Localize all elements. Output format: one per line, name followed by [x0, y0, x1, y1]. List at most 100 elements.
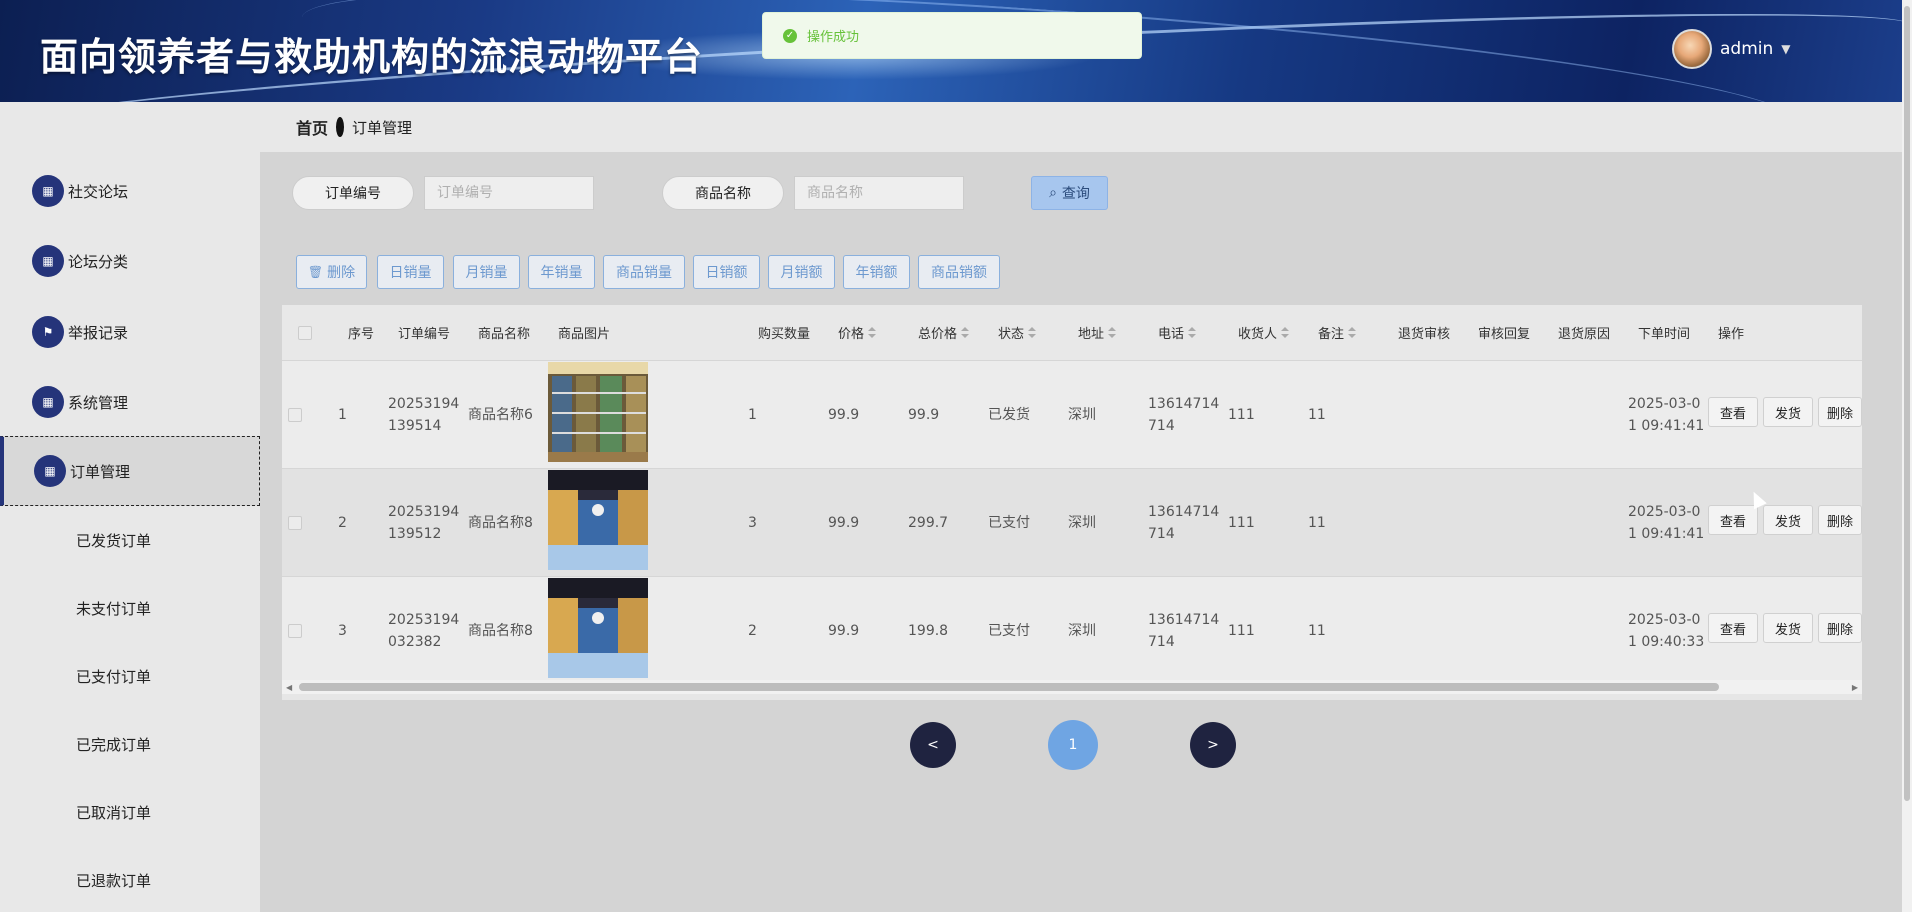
- sidebar-item-label: 社交论坛: [68, 182, 129, 201]
- scrollbar-thumb[interactable]: [1904, 6, 1910, 801]
- monthly-sales-amount-button[interactable]: 月销额: [768, 255, 835, 289]
- page-number-button[interactable]: 1: [1048, 720, 1098, 770]
- product-sales-volume-button[interactable]: 商品销量: [603, 255, 685, 289]
- sidebar-item-forum-category[interactable]: ▦ 论坛分类: [0, 226, 260, 296]
- product-sales-amount-button[interactable]: 商品销额: [918, 255, 1000, 289]
- daily-sales-volume-button[interactable]: 日销量: [377, 255, 444, 289]
- column-header-remark[interactable]: 备注: [1318, 305, 1357, 360]
- caret-down-icon[interactable]: ▼: [1781, 42, 1790, 56]
- sort-icon[interactable]: [961, 326, 970, 339]
- scrollbar-thumb[interactable]: [299, 683, 1719, 691]
- checkbox[interactable]: [288, 408, 302, 422]
- cell-phone: 13614714714: [1148, 396, 1220, 434]
- row-checkbox[interactable]: [288, 361, 302, 469]
- view-button[interactable]: 查看: [1708, 613, 1758, 643]
- column-header-phone[interactable]: 电话: [1158, 305, 1197, 360]
- sidebar-item-system[interactable]: ▦ 系统管理: [0, 367, 260, 437]
- ship-button[interactable]: 发货: [1763, 613, 1813, 643]
- cell-remark: 11: [1308, 407, 1326, 423]
- column-header-status[interactable]: 状态: [998, 305, 1037, 360]
- checkbox[interactable]: [288, 516, 302, 530]
- scroll-right-icon[interactable]: ▶: [1852, 683, 1858, 692]
- checkbox[interactable]: [298, 325, 312, 340]
- sidebar-item-orders[interactable]: ▦ 订单管理: [0, 436, 260, 506]
- daily-sales-amount-button[interactable]: 日销额: [693, 255, 760, 289]
- sidebar-sub-cancelled[interactable]: 已取消订单: [0, 778, 260, 846]
- column-header-receiver[interactable]: 收货人: [1238, 305, 1290, 360]
- cell-price: 99.9: [828, 515, 860, 531]
- bulk-delete-button[interactable]: 🗑 删除: [296, 255, 367, 289]
- scroll-left-icon[interactable]: ◀: [286, 683, 292, 692]
- sidebar-item-label: 订单管理: [70, 462, 131, 481]
- success-toast: ✓ 操作成功: [762, 12, 1142, 59]
- cell-qty: 3: [748, 515, 757, 531]
- cell-price: 99.9: [828, 623, 860, 639]
- checkbox[interactable]: [288, 624, 302, 638]
- delete-button[interactable]: 删除: [1818, 613, 1862, 643]
- column-header-total[interactable]: 总价格: [918, 305, 970, 360]
- column-header-price[interactable]: 价格: [838, 305, 877, 360]
- sidebar-item-label: 举报记录: [68, 323, 129, 342]
- cell-order-no: 20253194139512: [388, 504, 460, 542]
- sidebar-sub-paid[interactable]: 已支付订单: [0, 642, 260, 710]
- check-circle-icon: ✓: [783, 28, 797, 43]
- breadcrumb-home[interactable]: 首页: [296, 115, 328, 139]
- grid-icon: ▦: [32, 175, 64, 207]
- delete-button[interactable]: 删除: [1818, 505, 1862, 535]
- row-checkbox[interactable]: [288, 577, 302, 685]
- column-header-address[interactable]: 地址: [1078, 305, 1117, 360]
- product-image[interactable]: [548, 362, 648, 462]
- cell-price: 99.9: [828, 407, 860, 423]
- sort-icon[interactable]: [1348, 326, 1357, 339]
- product-name-label: 商品名称: [662, 176, 784, 210]
- cell-order-time: 2025-03-01 09:41:41: [1628, 396, 1705, 434]
- table-horizontal-scrollbar[interactable]: ◀ ▶: [282, 680, 1862, 694]
- sidebar-sub-unpaid[interactable]: 未支付订单: [0, 574, 260, 642]
- yearly-sales-volume-button[interactable]: 年销量: [528, 255, 595, 289]
- query-button[interactable]: ⌕ 查询: [1031, 176, 1108, 210]
- order-no-input[interactable]: [424, 176, 594, 210]
- trash-icon: 🗑: [307, 265, 324, 279]
- sidebar-item-forum[interactable]: ▦ 社交论坛: [0, 156, 260, 226]
- product-image[interactable]: [548, 470, 648, 570]
- cell-index: 3: [338, 623, 347, 639]
- yearly-sales-amount-button[interactable]: 年销额: [843, 255, 910, 289]
- cell-index: 2: [338, 515, 347, 531]
- sort-icon[interactable]: [868, 326, 877, 339]
- page-scrollbar[interactable]: [1902, 0, 1912, 912]
- table-row: 3 20253194032382 商品名称8 2 99.9 199.8 已支付 …: [282, 576, 1862, 684]
- cell-product: 商品名称6: [468, 407, 533, 423]
- sidebar-item-reports[interactable]: ⚑ 举报记录: [0, 297, 260, 367]
- username[interactable]: admin: [1720, 39, 1773, 59]
- row-checkbox[interactable]: [288, 469, 302, 577]
- view-button[interactable]: 查看: [1708, 397, 1758, 427]
- view-button[interactable]: 查看: [1708, 505, 1758, 535]
- cell-total: 199.8: [908, 623, 949, 639]
- sort-icon[interactable]: [1188, 326, 1197, 339]
- cell-remark: 11: [1308, 515, 1326, 531]
- sort-icon[interactable]: [1108, 326, 1117, 339]
- cell-product: 商品名称8: [468, 515, 533, 531]
- delete-button[interactable]: 删除: [1818, 397, 1862, 427]
- sidebar: ▦ 社交论坛 ▦ 论坛分类 ⚑ 举报记录 ▦ 系统管理 ▦ 订单管理 已发货订单…: [0, 102, 260, 912]
- sidebar-sub-refunded[interactable]: 已退款订单: [0, 846, 260, 912]
- column-header-index: 序号: [348, 327, 375, 342]
- sort-icon[interactable]: [1281, 326, 1290, 339]
- monthly-sales-volume-button[interactable]: 月销量: [453, 255, 520, 289]
- sidebar-sub-shipped[interactable]: 已发货订单: [0, 506, 260, 574]
- product-image[interactable]: [548, 578, 648, 678]
- sidebar-sub-completed[interactable]: 已完成订单: [0, 710, 260, 778]
- avatar[interactable]: [1672, 29, 1712, 69]
- user-menu[interactable]: admin ▼: [1672, 27, 1791, 71]
- cell-address: 深圳: [1068, 515, 1096, 531]
- select-all-checkbox[interactable]: [298, 305, 312, 360]
- column-header-remark-label: 备注: [1318, 327, 1345, 342]
- prev-page-button[interactable]: <: [910, 722, 956, 768]
- toast-message: 操作成功: [807, 30, 860, 45]
- ship-button[interactable]: 发货: [1763, 397, 1813, 427]
- column-header-total-label: 总价格: [918, 327, 958, 342]
- next-page-button[interactable]: >: [1190, 722, 1236, 768]
- sort-icon[interactable]: [1028, 326, 1037, 339]
- ship-button[interactable]: 发货: [1763, 505, 1813, 535]
- product-name-input[interactable]: [794, 176, 964, 210]
